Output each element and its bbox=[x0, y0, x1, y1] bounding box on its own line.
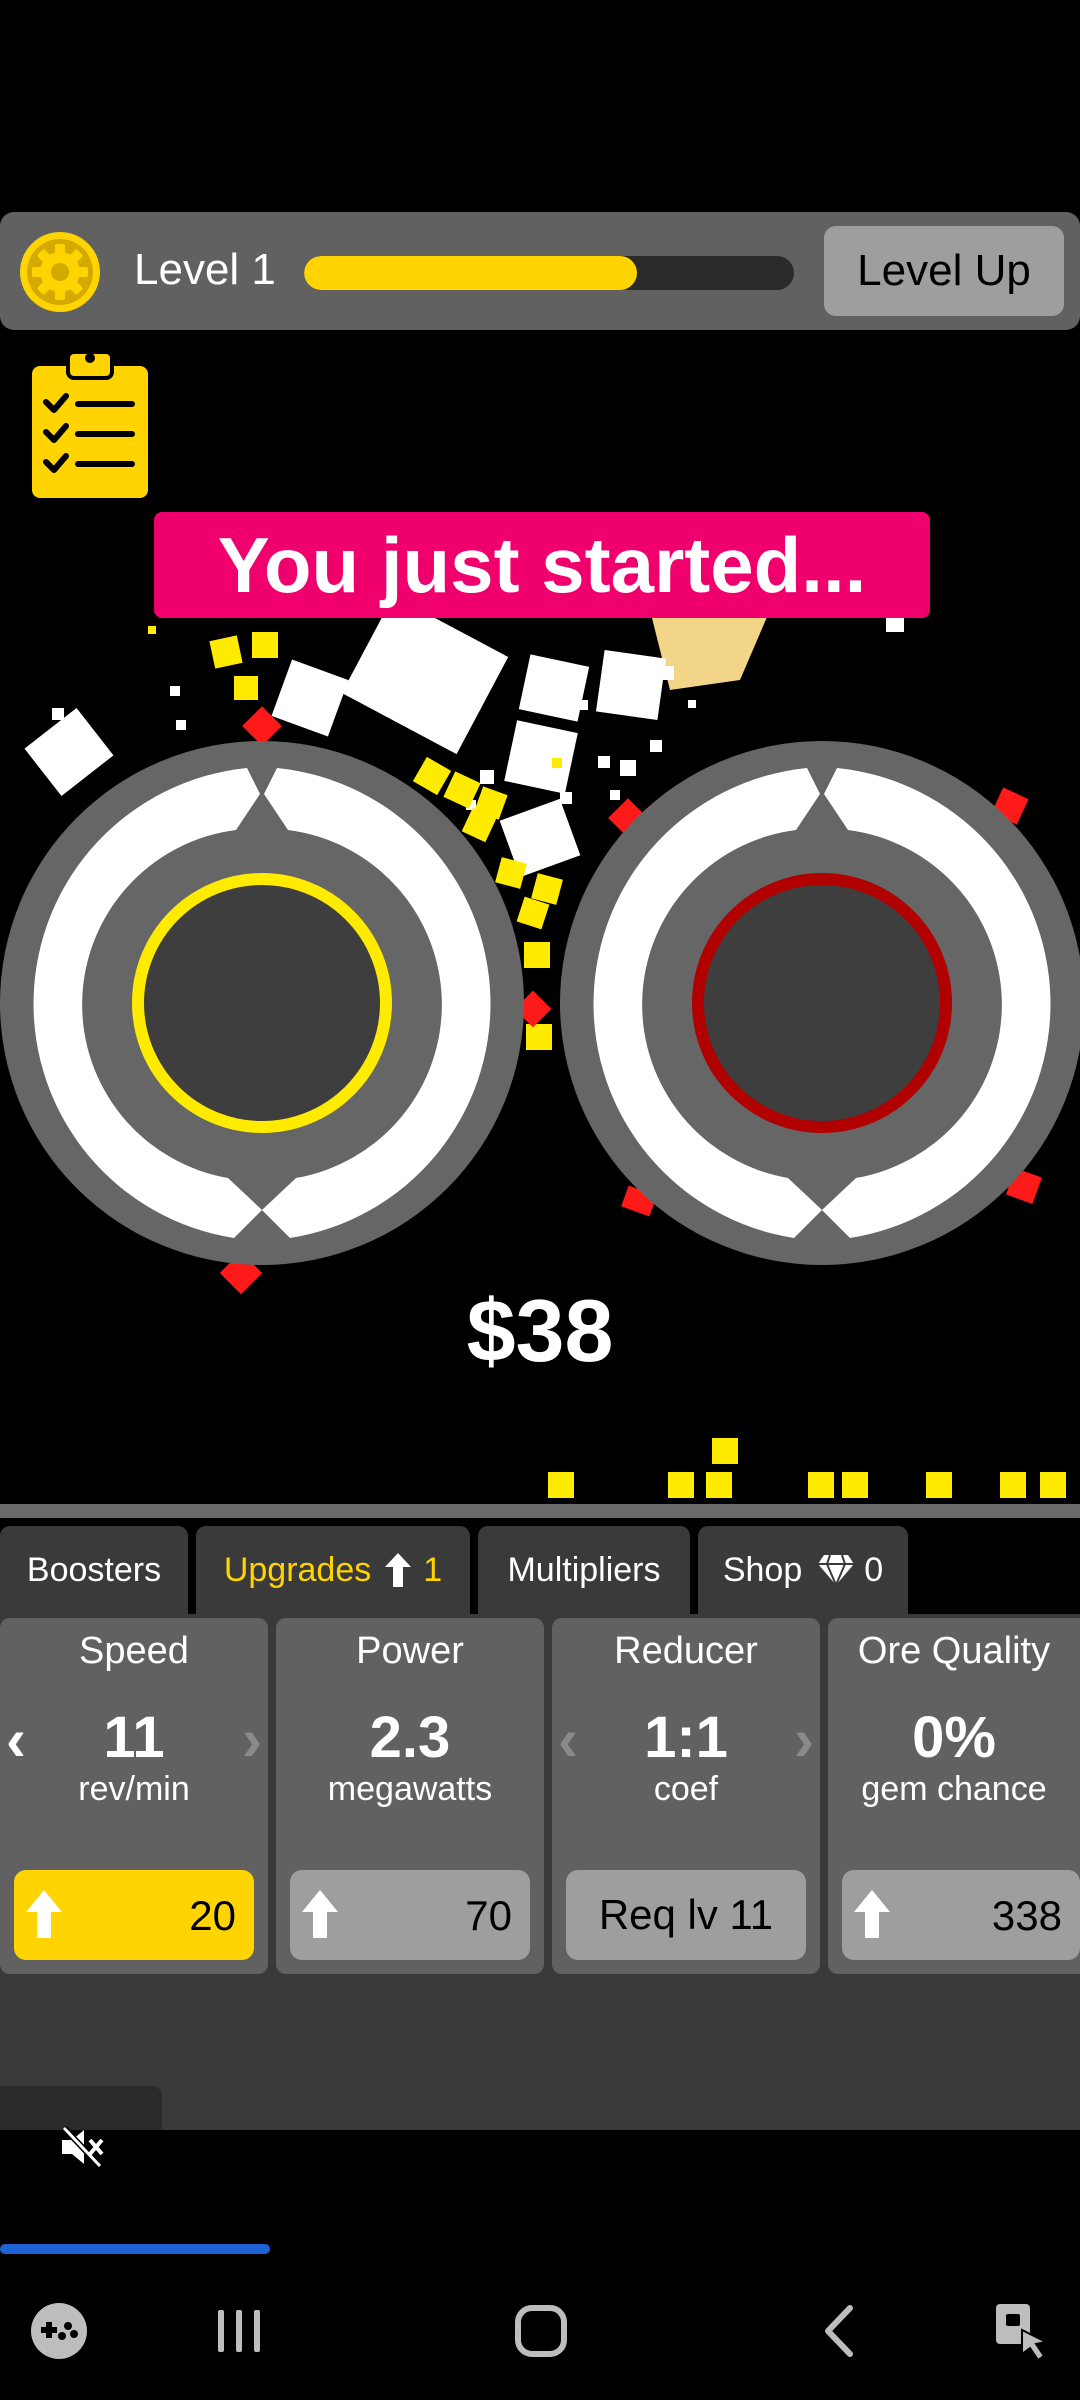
level-label: Level 1 bbox=[134, 245, 276, 294]
mute-icon[interactable] bbox=[56, 2122, 106, 2172]
tab-badge: 1 bbox=[423, 1550, 443, 1589]
tab-shop[interactable]: Shop 0 bbox=[698, 1526, 908, 1614]
tab-label: Shop bbox=[722, 1550, 803, 1589]
upgrade-button[interactable]: 338 bbox=[842, 1870, 1080, 1960]
xp-progress-bar bbox=[304, 256, 794, 290]
collected-ore bbox=[548, 1438, 1066, 1498]
upgrade-cost: 70 bbox=[465, 1892, 512, 1939]
upgrade-card-power: Power 2.3 megawatts 70 bbox=[276, 1618, 544, 1974]
locked-upgrade-button[interactable]: Req lv 11 bbox=[566, 1870, 806, 1960]
level-up-button[interactable]: Level Up bbox=[824, 226, 1064, 316]
video-progress-bar[interactable] bbox=[0, 2244, 270, 2254]
card-title: Power bbox=[356, 1630, 464, 1672]
tab-badge: 0 bbox=[864, 1550, 884, 1589]
card-unit: coef bbox=[653, 1770, 719, 1808]
upgrade-card-reducer: Reducer ‹ 1:1 › coef Req lv 11 bbox=[552, 1618, 820, 1974]
grinder-left bbox=[0, 741, 524, 1265]
upgrade-card-speed: Speed ‹ 11 › rev/min 20 bbox=[0, 1618, 268, 1974]
chevron-right-icon[interactable]: › bbox=[242, 1710, 262, 1770]
clipboard-checklist-icon[interactable] bbox=[32, 346, 148, 498]
chevron-right-icon[interactable]: › bbox=[794, 1710, 814, 1770]
card-value: 1:1 bbox=[644, 1705, 728, 1770]
floor-line bbox=[0, 1504, 1080, 1518]
card-title: Speed bbox=[79, 1630, 189, 1672]
debris-chunk bbox=[341, 600, 509, 755]
xp-progress-fill bbox=[304, 256, 638, 290]
touch-lock-icon[interactable] bbox=[986, 2296, 1056, 2366]
debris-chunk bbox=[271, 659, 349, 737]
arrow-up-icon bbox=[302, 1890, 338, 1938]
tab-label: Upgrades bbox=[223, 1550, 372, 1589]
gear-icon[interactable] bbox=[18, 230, 102, 314]
upgrade-cost: 338 bbox=[991, 1892, 1062, 1939]
tab-boosters[interactable]: Boosters bbox=[0, 1526, 188, 1614]
tab-upgrades[interactable]: Upgrades 1 bbox=[196, 1526, 470, 1614]
upgrade-button[interactable]: 70 bbox=[290, 1870, 530, 1960]
money-counter: $38 bbox=[466, 1281, 614, 1380]
debris-chunk bbox=[504, 720, 578, 794]
tab-multipliers[interactable]: Multipliers bbox=[478, 1526, 690, 1614]
arrow-up-icon bbox=[385, 1553, 412, 1587]
home-icon[interactable] bbox=[506, 2296, 576, 2366]
back-icon[interactable] bbox=[806, 2296, 876, 2366]
game-controller-icon[interactable] bbox=[24, 2296, 94, 2366]
upgrade-card-ore-quality: Ore Quality 0% gem chance 338 bbox=[828, 1618, 1080, 1974]
arrow-up-icon bbox=[26, 1890, 62, 1938]
debris-chunk bbox=[595, 649, 667, 721]
card-title: Ore Quality bbox=[857, 1630, 1051, 1672]
arrow-up-icon bbox=[854, 1890, 890, 1938]
recent-apps-icon[interactable] bbox=[204, 2296, 274, 2366]
upgrade-cost: 20 bbox=[189, 1892, 236, 1939]
tab-label: Boosters bbox=[26, 1550, 162, 1589]
card-value: 11 bbox=[103, 1705, 165, 1770]
card-unit: rev/min bbox=[78, 1770, 190, 1808]
diamond-icon bbox=[818, 1555, 855, 1585]
upgrade-button[interactable]: 20 bbox=[14, 1870, 254, 1960]
card-value: 0% bbox=[912, 1705, 996, 1770]
tab-label: Multipliers bbox=[507, 1550, 661, 1589]
card-title: Reducer bbox=[614, 1630, 758, 1672]
card-unit: megawatts bbox=[327, 1770, 493, 1808]
card-value: 2.3 bbox=[369, 1705, 451, 1770]
required-level-label: Req lv 11 bbox=[598, 1891, 774, 1938]
grinder-right bbox=[560, 741, 1080, 1265]
card-unit: gem chance bbox=[861, 1770, 1047, 1808]
status-banner: You just started... bbox=[154, 512, 930, 618]
debris-chunk bbox=[518, 654, 590, 722]
debris-chunk bbox=[24, 708, 114, 796]
